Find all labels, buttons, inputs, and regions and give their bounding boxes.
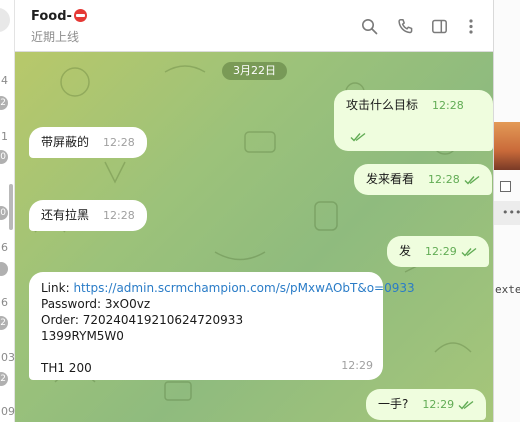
chat-status: 近期上线 bbox=[31, 30, 80, 44]
date-separator: 3月22日 bbox=[222, 62, 287, 80]
double-check-icon bbox=[350, 132, 366, 142]
more-horizontal-icon[interactable]: ••• bbox=[502, 206, 520, 219]
unread-badge bbox=[0, 262, 8, 276]
avatar bbox=[0, 8, 10, 32]
link-prefix: Link: bbox=[41, 281, 74, 295]
double-check-icon bbox=[461, 247, 477, 257]
code-line: 1399RYM5W0 bbox=[41, 329, 124, 343]
link-line: Link: https://admin.scrmchampion.com/s/p… bbox=[41, 280, 415, 296]
unread-badge: 2 bbox=[0, 316, 8, 330]
message-time: 12:29 bbox=[341, 359, 373, 372]
message-time: 12:28 bbox=[103, 209, 135, 222]
chat-window: Food- 近期上线 3月22日 攻击什么目标 12:28 带屏蔽的 12:28… bbox=[15, 0, 493, 422]
more-vertical-icon[interactable] bbox=[460, 15, 482, 37]
message-link[interactable]: https://admin.scrmchampion.com/s/pMxwAOb… bbox=[73, 281, 414, 295]
chat-header: Food- 近期上线 bbox=[15, 0, 493, 52]
code-text-fragment: exten bbox=[495, 283, 520, 296]
message-time: 12:29 bbox=[425, 245, 457, 258]
background-window-fragment: ••• exten bbox=[493, 0, 520, 422]
amount-line: TH1 200 bbox=[41, 361, 92, 375]
message-text: 攻击什么目标 bbox=[346, 98, 419, 112]
message-text: 带屏蔽的 bbox=[41, 135, 90, 149]
message-time: 12:28 bbox=[432, 99, 464, 112]
message-time: 12:28 bbox=[103, 136, 135, 149]
order-line: Order: 7202404192106247209​33 bbox=[41, 313, 244, 327]
chat-list-count: 09 bbox=[1, 405, 15, 418]
double-check-icon bbox=[464, 175, 480, 185]
sidebar-toggle-icon[interactable] bbox=[428, 15, 450, 37]
chat-list-fragment: 4 2 1 0 0 6 6 2 03 2 09 bbox=[0, 0, 15, 422]
message-text: 发 bbox=[399, 244, 412, 258]
incoming-message[interactable]: 还有拉黑 12:28 bbox=[29, 200, 147, 231]
password-line: Password: 3xO0vz bbox=[41, 297, 151, 311]
chat-list-count: 6 bbox=[1, 241, 8, 254]
message-text: 发来看看 bbox=[366, 172, 415, 186]
message-time: 12:28 bbox=[428, 173, 460, 186]
outgoing-message[interactable]: 一手? 12:29 bbox=[366, 389, 487, 420]
chat-list-scrollbar[interactable] bbox=[9, 184, 13, 230]
chat-list-count: 4 bbox=[1, 74, 8, 87]
outgoing-message[interactable]: 攻击什么目标 12:28 bbox=[334, 90, 493, 151]
incoming-message[interactable]: 带屏蔽的 12:28 bbox=[29, 127, 147, 158]
search-icon[interactable] bbox=[358, 15, 380, 37]
incoming-message[interactable]: Link: https://admin.scrmchampion.com/s/p… bbox=[29, 272, 415, 380]
photo-thumbnail bbox=[494, 122, 520, 170]
double-check-icon bbox=[458, 400, 474, 410]
unread-badge: 0 bbox=[0, 150, 8, 164]
toolbar-fragment: ••• bbox=[494, 201, 520, 225]
chat-list-count: 03 bbox=[1, 351, 15, 364]
chat-title[interactable]: Food- bbox=[31, 9, 87, 24]
message-text: 还有拉黑 bbox=[41, 208, 90, 222]
unread-badge: 0 bbox=[0, 206, 8, 220]
phone-icon[interactable] bbox=[394, 15, 416, 37]
no-entry-emoji-icon bbox=[73, 9, 87, 22]
message-text: 一手? bbox=[378, 397, 409, 411]
unread-badge: 2 bbox=[0, 96, 8, 110]
checkbox[interactable] bbox=[500, 181, 511, 192]
chat-title-text: Food- bbox=[31, 9, 72, 24]
chat-list-count: 1 bbox=[1, 130, 8, 143]
unread-badge: 2 bbox=[0, 372, 8, 386]
outgoing-message[interactable]: 发 12:29 bbox=[387, 236, 489, 267]
chat-messages[interactable]: 3月22日 攻击什么目标 12:28 带屏蔽的 12:28 发来看看 12:28 还有… bbox=[15, 52, 493, 422]
outgoing-message[interactable]: 发来看看 12:28 bbox=[354, 164, 492, 195]
chat-list-count: 6 bbox=[1, 296, 8, 309]
message-time: 12:29 bbox=[422, 398, 455, 411]
